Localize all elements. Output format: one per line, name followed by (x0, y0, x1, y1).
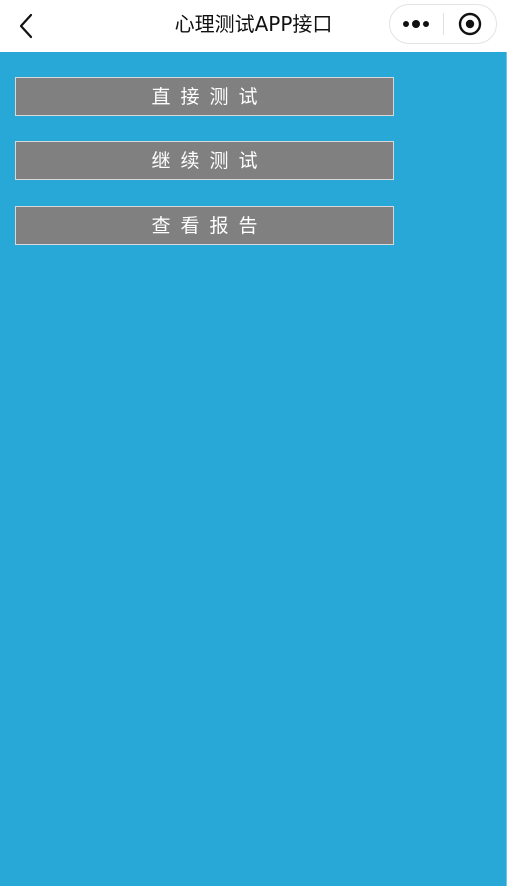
chevron-left-icon (19, 13, 33, 39)
direct-test-button[interactable]: 直接测试 (15, 77, 394, 116)
navigation-bar: 心理测试APP接口 (0, 0, 507, 52)
more-dots-icon (403, 20, 430, 28)
more-button[interactable] (390, 5, 443, 43)
close-button[interactable] (444, 5, 497, 43)
back-button[interactable] (8, 8, 44, 44)
continue-test-button[interactable]: 继续测试 (15, 141, 394, 180)
view-report-button[interactable]: 查看报告 (15, 206, 394, 245)
target-close-icon (458, 12, 481, 36)
mini-program-capsule (389, 4, 497, 44)
main-content: 直接测试 继续测试 查看报告 (0, 52, 507, 886)
